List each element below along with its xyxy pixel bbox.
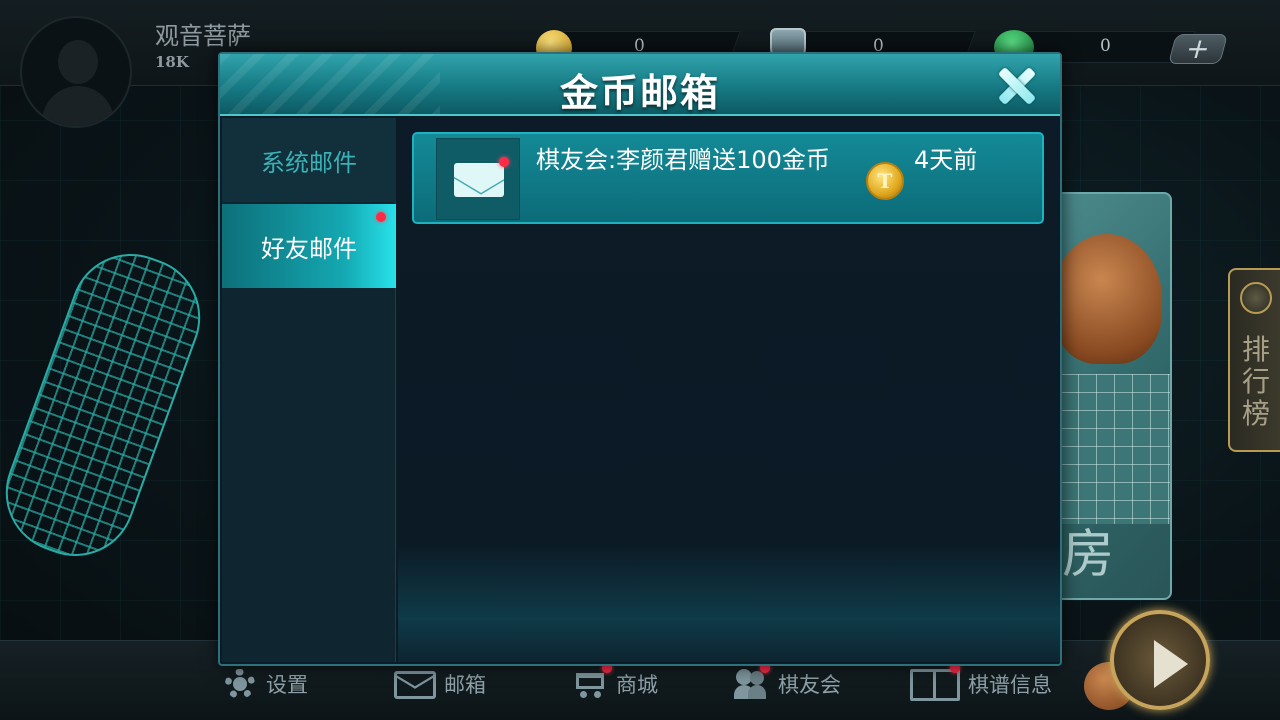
envelope-icon [454, 163, 504, 197]
unread-dot [499, 157, 509, 167]
mail-icon [393, 663, 437, 699]
go-bowl-image [1052, 234, 1162, 364]
dialog-title: 金币邮箱 [559, 70, 720, 115]
list-item[interactable]: 棋友会:李颜君赠送100金币 T 4天前 [412, 132, 1044, 224]
close-icon[interactable] [994, 64, 1038, 108]
tab-friend-mail-label: 好友邮件 [261, 234, 357, 263]
player-name: 观音菩萨 [155, 22, 251, 50]
book-icon [910, 663, 960, 701]
avatar-body-silhouette [42, 86, 114, 126]
nav-settings[interactable]: 设置 [222, 666, 308, 702]
avatar-head-silhouette [58, 40, 98, 84]
mail-category-sidebar: 系统邮件 好友邮件 [222, 118, 396, 662]
ranking-medal-icon [1240, 282, 1272, 314]
gold-mailbox-dialog: 金币邮箱 系统邮件 好友邮件 棋友会:李颜君赠送100金币 T 4天前 [218, 52, 1062, 666]
tab-system-mail[interactable]: 系统邮件 [222, 118, 396, 202]
game-lobby-screen: 观音菩萨 18K 0 0 0 + 房 排行榜 设置 邮箱 商城 棋友会 棋谱信息… [0, 0, 1280, 720]
dialog-header: 金币邮箱 [220, 54, 1060, 116]
nav-shop-label: 商城 [616, 673, 658, 697]
mail-timestamp: 4天前 [914, 146, 978, 174]
nav-mailbox-label: 邮箱 [444, 673, 486, 697]
room-card-label: 房 [1062, 525, 1115, 585]
tab-system-mail-label: 系统邮件 [261, 148, 357, 177]
start-game-button[interactable] [1110, 610, 1210, 710]
add-currency-button[interactable]: + [1167, 32, 1229, 65]
nav-friends-club-label: 棋友会 [778, 673, 841, 697]
tab-friend-mail[interactable]: 好友邮件 [222, 204, 396, 288]
nav-shop[interactable]: 商城 [572, 663, 658, 702]
mail-icon-frame [436, 138, 520, 220]
nav-game-records[interactable]: 棋谱信息 [910, 663, 1052, 702]
nav-settings-label: 设置 [266, 673, 308, 697]
ranking-tab[interactable]: 排行榜 [1228, 268, 1280, 452]
nav-mailbox[interactable]: 邮箱 [393, 663, 486, 702]
friends-icon [734, 663, 770, 699]
avatar[interactable] [20, 16, 132, 128]
mail-subject: 棋友会:李颜君赠送100金币 [536, 146, 830, 174]
nav-game-records-label: 棋谱信息 [968, 673, 1052, 697]
play-icon [1154, 640, 1188, 688]
gold-coin-icon: T [866, 162, 904, 200]
ranking-label: 排行榜 [1242, 333, 1271, 430]
gear-icon [222, 669, 258, 699]
nav-friends-club[interactable]: 棋友会 [734, 663, 841, 702]
gem-value: 0 [1100, 36, 1111, 56]
player-rank: 18K [155, 53, 189, 71]
mail-list-panel: 棋友会:李颜君赠送100金币 T 4天前 [398, 118, 1060, 662]
cart-icon [572, 663, 612, 699]
unread-dot [376, 212, 386, 222]
